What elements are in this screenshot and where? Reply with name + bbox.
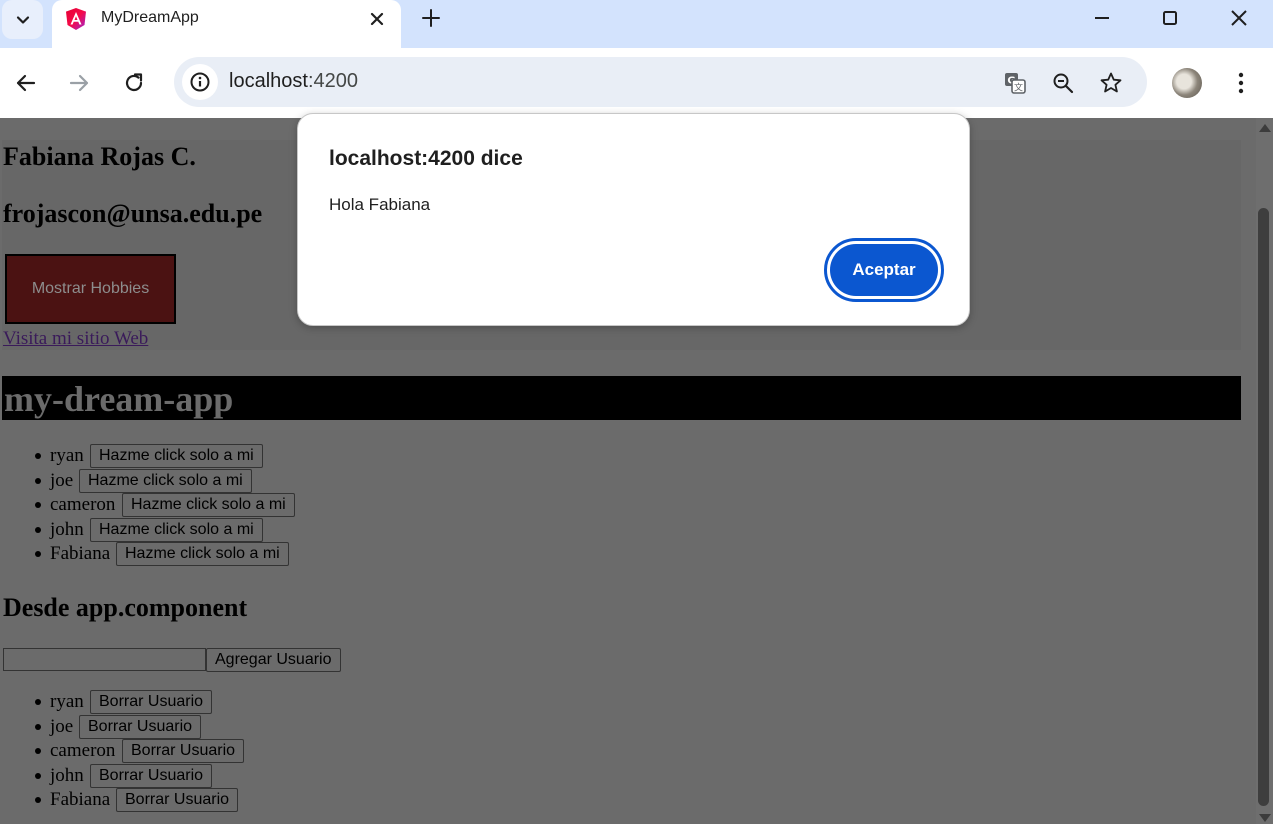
list-bullet — [35, 748, 41, 754]
window-close-icon[interactable] — [1228, 7, 1250, 29]
click-me-button[interactable]: Hazme click solo a mi — [90, 444, 263, 468]
list-item: john Borrar Usuario — [0, 763, 400, 788]
list-item-name: Fabiana — [50, 543, 111, 564]
scroll-up-arrow-icon[interactable] — [1259, 124, 1271, 132]
minimize-icon[interactable] — [1091, 7, 1113, 29]
list-item-name: ryan — [50, 445, 84, 466]
list-bullet — [35, 699, 41, 705]
delete-user-button[interactable]: Borrar Usuario — [116, 788, 239, 812]
list-bullet — [35, 477, 41, 484]
scroll-down-arrow-icon[interactable] — [1259, 814, 1271, 822]
list-item: Fabiana Borrar Usuario — [0, 788, 400, 812]
delete-user-button[interactable]: Borrar Usuario — [90, 690, 213, 714]
website-link[interactable]: Visita mi sitio Web — [3, 328, 148, 350]
svg-text:文: 文 — [1014, 82, 1023, 94]
list-item: ryan Borrar Usuario — [0, 690, 400, 714]
app-title: my-dream-app — [4, 379, 234, 419]
kebab-menu-icon[interactable] — [1229, 70, 1253, 96]
maximize-icon[interactable] — [1159, 7, 1181, 29]
page-scrollbar[interactable] — [1256, 118, 1273, 824]
new-user-input[interactable] — [3, 648, 206, 671]
delete-user-button[interactable]: Borrar Usuario — [79, 714, 202, 739]
list-bullet — [35, 502, 41, 508]
list-item: joe Borrar Usuario — [0, 714, 400, 739]
profile-avatar[interactable] — [1172, 68, 1202, 98]
list-item-name: ryan — [50, 691, 84, 712]
profile-email: frojascon@unsa.edu.pe — [3, 199, 263, 228]
list-item-name: john — [50, 518, 84, 540]
list-item: joe Hazme click solo a mi — [0, 468, 400, 493]
accept-button[interactable]: Aceptar — [824, 238, 944, 302]
tab-strip: MyDreamApp — [0, 0, 1273, 48]
list-bullet — [35, 772, 41, 779]
add-user-button[interactable]: Agregar Usuario — [206, 648, 341, 672]
list-item: ryan Hazme click solo a mi — [0, 444, 400, 468]
scroll-thumb[interactable] — [1258, 208, 1269, 806]
click-me-button[interactable]: Hazme click solo a mi — [79, 468, 252, 493]
section-title: Desde app.component — [3, 593, 248, 622]
reload-icon[interactable] — [121, 70, 147, 96]
list-item-name: cameron — [50, 494, 116, 515]
dialog-title: localhost:4200 dice — [329, 147, 523, 170]
info-icon — [190, 72, 210, 92]
list-item-name: john — [50, 764, 84, 786]
list-item-name: joe — [50, 715, 74, 737]
browser-toolbar: localhost:4200 G文 — [0, 48, 1273, 118]
delete-user-button[interactable]: Borrar Usuario — [122, 739, 245, 763]
plus-icon[interactable] — [420, 7, 442, 29]
url-host: localhost — [229, 70, 308, 92]
chevron-down-icon — [16, 15, 29, 24]
url-port: :4200 — [307, 70, 358, 92]
dialog-message: Hola Fabiana — [329, 195, 431, 214]
list-item-name: cameron — [50, 740, 116, 761]
list-item: Fabiana Hazme click solo a mi — [0, 542, 400, 566]
translate-icon[interactable]: G文 — [1003, 71, 1027, 95]
site-info-button[interactable] — [182, 64, 218, 100]
delete-user-button[interactable]: Borrar Usuario — [90, 763, 213, 788]
app-header: my-dream-app — [2, 376, 1241, 420]
list-item-name: joe — [50, 469, 74, 491]
list-bullet — [35, 723, 41, 730]
forward-arrow-icon[interactable] — [66, 70, 92, 96]
click-me-button[interactable]: Hazme click solo a mi — [90, 517, 263, 542]
tab-title: MyDreamApp — [101, 9, 199, 26]
click-me-button[interactable]: Hazme click solo a mi — [122, 493, 295, 517]
list-item: john Hazme click solo a mi — [0, 517, 400, 542]
angular-icon — [66, 8, 86, 30]
list-bullet — [35, 526, 41, 533]
profile-name: Fabiana Rojas C. — [3, 142, 196, 171]
tab-search-button[interactable] — [2, 0, 43, 39]
close-icon[interactable] — [368, 10, 386, 28]
zoom-icon[interactable] — [1051, 71, 1075, 95]
back-arrow-icon[interactable] — [13, 70, 39, 96]
address-bar[interactable]: localhost:4200 G文 — [174, 57, 1147, 107]
list-item-name: Fabiana — [50, 789, 111, 810]
show-hobbies-button[interactable]: Mostrar Hobbies — [5, 254, 176, 324]
list-bullet — [35, 797, 41, 803]
accept-button-label: Aceptar — [830, 244, 938, 296]
alert-dialog: localhost:4200 dice Hola Fabiana Aceptar — [297, 113, 970, 326]
url-text: localhost:4200 — [229, 70, 358, 93]
list-bullet — [35, 551, 41, 557]
list-bullet — [35, 453, 41, 459]
list-item: cameron Borrar Usuario — [0, 739, 400, 763]
star-icon[interactable] — [1099, 71, 1123, 95]
click-me-button[interactable]: Hazme click solo a mi — [116, 542, 289, 566]
active-tab[interactable]: MyDreamApp — [52, 0, 401, 48]
list-item: cameron Hazme click solo a mi — [0, 493, 400, 517]
